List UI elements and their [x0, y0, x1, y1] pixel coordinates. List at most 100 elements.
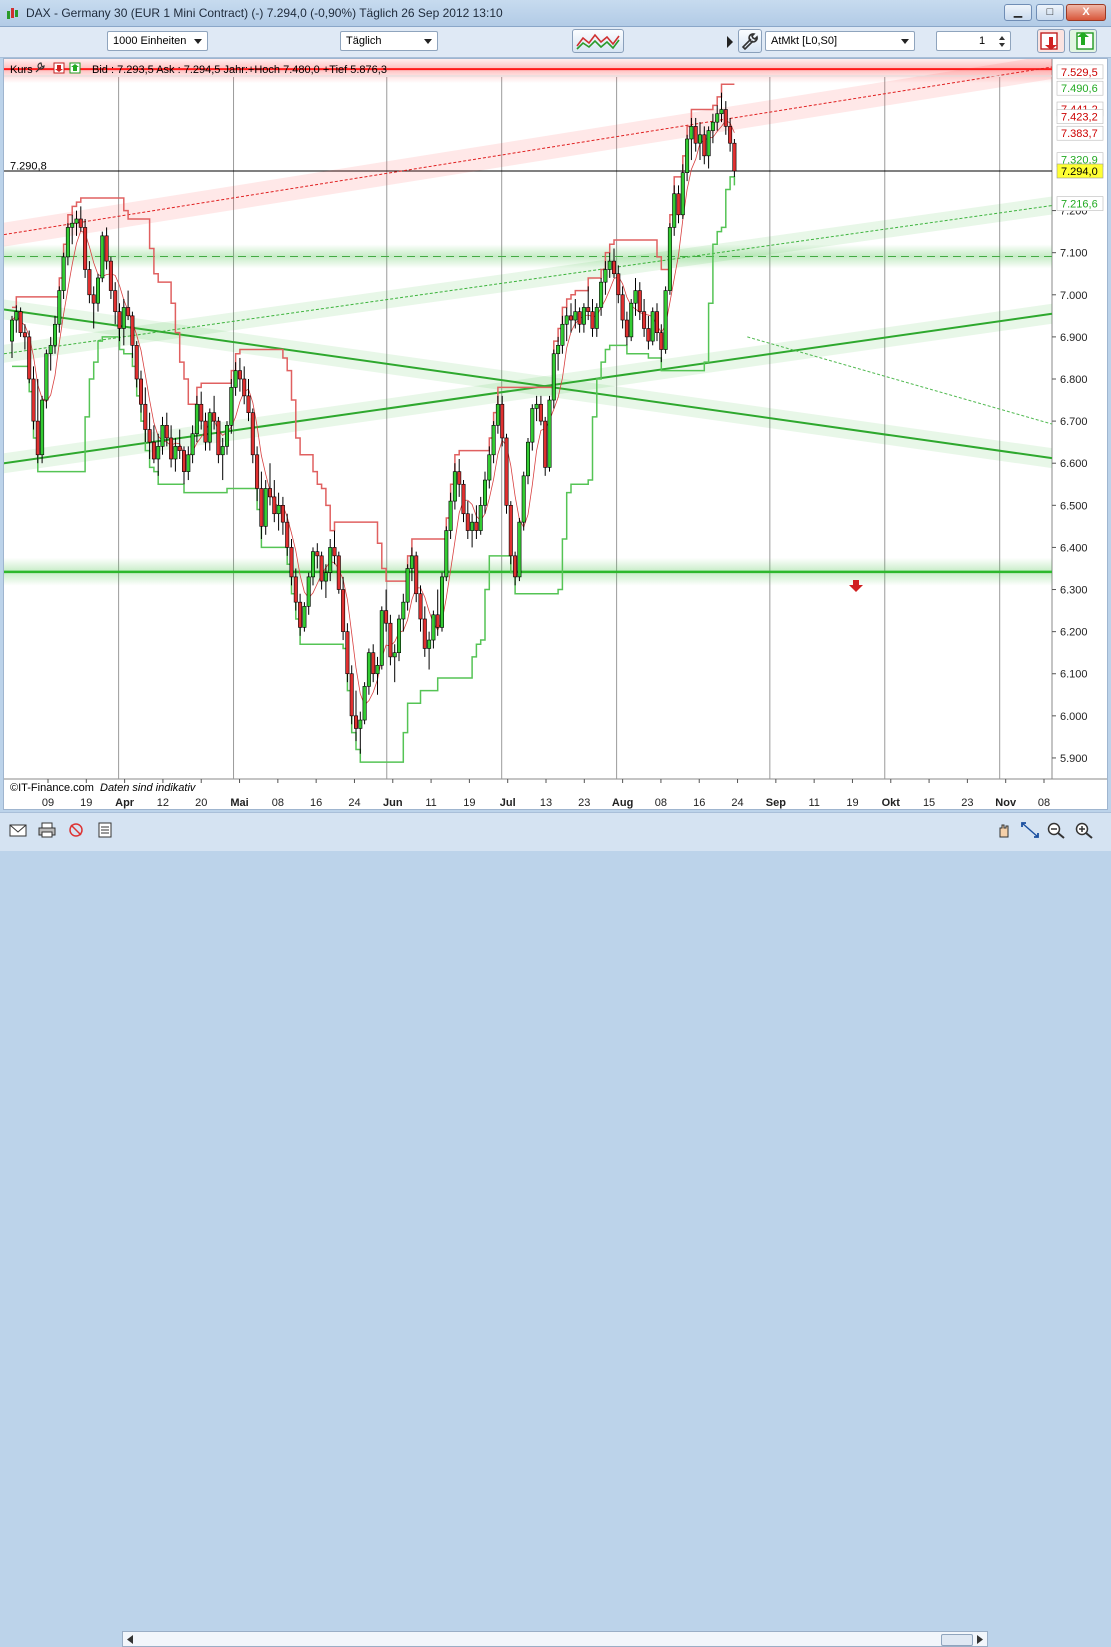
sell-button[interactable] [1037, 29, 1065, 53]
candle [448, 492, 453, 539]
disclaimer-text: Daten sind indikativ [100, 782, 197, 794]
candle [306, 572, 311, 615]
candle-body [74, 218, 79, 224]
minimize-button[interactable]: ▁ [1004, 4, 1032, 21]
zoom-in-icon[interactable] [1074, 821, 1094, 839]
x-tick-label: 15 [923, 797, 935, 809]
candle [199, 391, 204, 430]
candle-body [564, 315, 569, 325]
toolbar: 1000 Einheiten Täglich AtMkt [L0,S0] 1 [0, 27, 1111, 58]
document-icon[interactable] [95, 821, 115, 839]
y-tick-label: 6.900 [1060, 332, 1088, 344]
candle [543, 416, 548, 476]
kurs-label: Kurs [10, 64, 33, 76]
candle-body [52, 323, 57, 346]
candle-body [487, 454, 492, 481]
y-tick-label: 6.500 [1060, 500, 1088, 512]
close-button[interactable]: X [1066, 4, 1106, 21]
y-tick-label: 6.300 [1060, 585, 1088, 597]
candle-body [504, 437, 509, 506]
candle [225, 421, 230, 455]
candle-body [654, 311, 659, 333]
candle-body [384, 610, 389, 624]
candle-body [156, 446, 161, 460]
candle [280, 496, 285, 535]
candle-body [147, 429, 152, 443]
candle-body [646, 328, 651, 342]
x-tick-label: Apr [115, 797, 135, 809]
candle-body [685, 138, 690, 173]
candle [220, 437, 225, 481]
candle-body [409, 555, 414, 569]
candle [44, 349, 49, 409]
candle [267, 463, 272, 506]
printer-icon[interactable] [37, 821, 57, 839]
x-tick-label: 08 [1038, 797, 1050, 809]
candle [620, 286, 625, 329]
buy-button[interactable] [1069, 29, 1097, 53]
candle-body [349, 673, 354, 717]
candle [654, 303, 659, 342]
candle-body [371, 652, 376, 675]
candle [435, 589, 440, 636]
scroll-thumb[interactable] [941, 1634, 973, 1646]
x-tick-label: 12 [157, 797, 169, 809]
candle-body [78, 218, 83, 228]
price-label: 7.490,6 [1061, 83, 1098, 95]
candle [581, 303, 586, 333]
candle-body [719, 109, 724, 115]
candle [263, 480, 268, 535]
candle-body [169, 437, 174, 460]
x-tick-label: 20 [195, 797, 207, 809]
maximize-button[interactable]: □ [1036, 4, 1064, 21]
pan-icon[interactable] [994, 821, 1014, 839]
units-select[interactable]: 1000 Einheiten [107, 31, 208, 51]
candle-body [113, 290, 118, 312]
candle-body [57, 290, 62, 325]
candle [255, 446, 260, 502]
candle-body [341, 589, 346, 632]
candle-body [543, 420, 548, 468]
candle-body [182, 450, 187, 472]
disabled-link-icon[interactable] [66, 821, 86, 839]
candle-body [500, 403, 505, 439]
envelope-icon[interactable] [8, 821, 28, 839]
candle [259, 471, 264, 539]
candle-body [723, 109, 728, 127]
candle [577, 307, 582, 333]
price-label: 7.383,7 [1061, 128, 1098, 140]
chart-area[interactable]: 5.900 6.000 6.100 6.200 6.300 6.400 6.500 6.600… [3, 58, 1108, 810]
quantity-input[interactable]: 1 [936, 31, 1011, 51]
y-tick-label: 6.700 [1060, 416, 1088, 428]
order-type-select[interactable]: AtMkt [L0,S0] [765, 31, 915, 51]
scroll-right-icon[interactable] [976, 1635, 984, 1644]
candle [452, 463, 457, 510]
interval-select[interactable]: Täglich [340, 31, 438, 51]
candle [444, 526, 449, 582]
candle [418, 585, 423, 632]
candle-body [452, 471, 457, 502]
scroll-left-icon[interactable] [126, 1635, 134, 1644]
candle [233, 362, 238, 396]
fit-arrows-icon[interactable] [1020, 821, 1040, 839]
candle [182, 446, 187, 485]
settings-wrench-button[interactable] [738, 29, 762, 53]
chevron-right-icon[interactable] [726, 35, 734, 49]
candle [646, 315, 651, 350]
candle-body [491, 425, 496, 456]
stepper-icon[interactable] [998, 35, 1006, 48]
maximize-icon: □ [1046, 6, 1054, 18]
horizontal-scrollbar[interactable] [122, 1631, 988, 1647]
zoom-out-icon[interactable] [1046, 821, 1066, 839]
candle-body [353, 715, 358, 729]
candle [358, 711, 363, 754]
wrench-icon [741, 33, 758, 51]
chart-tools-button[interactable] [572, 29, 624, 53]
candle-body [435, 614, 440, 628]
candle [573, 299, 578, 329]
copyright-text: ©IT-Finance.com [10, 782, 94, 794]
candle-body [267, 488, 272, 498]
candle-body [199, 403, 204, 422]
candlestick-chart[interactable]: 5.900 6.000 6.100 6.200 6.300 6.400 6.500 6.600… [4, 59, 1107, 809]
bid-ask-info: Bid : 7.293,5 Ask : 7.294,5 Jahr:+Hoch 7… [92, 64, 387, 76]
